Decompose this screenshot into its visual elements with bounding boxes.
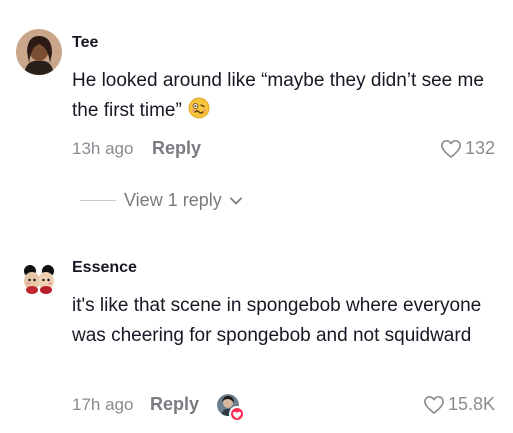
like-count: 15.8K bbox=[447, 394, 495, 414]
reply-button[interactable]: Reply bbox=[150, 394, 199, 415]
heart-badge-icon bbox=[229, 406, 245, 422]
comment-username[interactable]: Essence bbox=[72, 259, 137, 277]
heart-outline-icon bbox=[423, 395, 445, 415]
avatar-cartoon-icon bbox=[16, 254, 62, 300]
like-button[interactable]: 15.8K bbox=[423, 394, 495, 415]
comment-timestamp: 17h ago bbox=[72, 395, 134, 414]
avatar[interactable] bbox=[16, 254, 62, 300]
comment-text: it's like that scene in spongebob where … bbox=[72, 295, 482, 346]
comment-item: Essence it's like that scene in spongebo… bbox=[0, 0, 513, 433]
creator-liked-badge bbox=[217, 394, 245, 422]
